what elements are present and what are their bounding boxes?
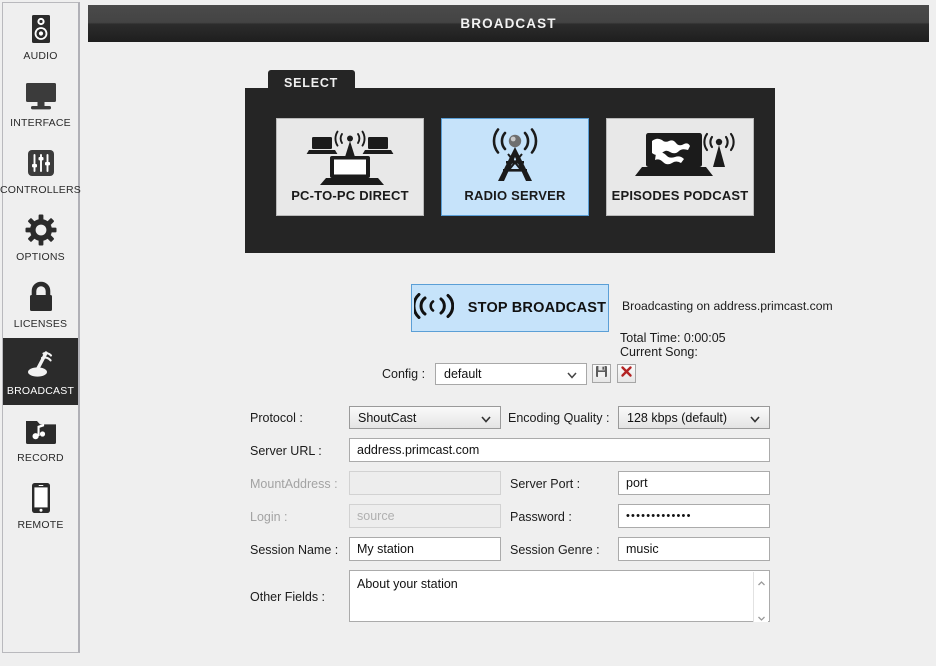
config-label: Config : xyxy=(382,367,426,381)
password-value: ••••••••••••• xyxy=(626,510,692,522)
total-time-text: Total Time: 0:00:05 xyxy=(620,331,726,345)
server-port-input[interactable]: port xyxy=(618,471,770,495)
chevron-down-icon xyxy=(480,413,492,428)
encoding-quality-value: 128 kbps (default) xyxy=(627,410,728,425)
server-port-value: port xyxy=(626,476,648,490)
password-input[interactable]: ••••••••••••• xyxy=(618,504,770,528)
broadcast-settings-window: AUDIO INTERFACE CONTROLLERS OPTIONS LICE… xyxy=(0,0,936,666)
textarea-scrollbar[interactable] xyxy=(753,572,768,622)
sidebar-item-licenses[interactable]: LICENSES xyxy=(3,271,78,338)
mount-address-label: MountAddress : xyxy=(250,477,338,491)
page-title: BROADCAST xyxy=(460,16,557,31)
sidebar-item-broadcast[interactable]: BROADCAST xyxy=(3,338,78,405)
mode-button-label: RADIO SERVER xyxy=(464,188,566,203)
broadcast-status-text: Broadcasting on address.primcast.com xyxy=(622,299,833,313)
gear-icon xyxy=(21,210,61,250)
mode-button-episodes-podcast[interactable]: EPISODES PODCAST xyxy=(606,118,754,216)
server-url-label: Server URL : xyxy=(250,444,322,458)
laptop-world-antenna-icon xyxy=(620,126,740,188)
mode-button-label: PC-TO-PC DIRECT xyxy=(291,188,409,203)
sidebar-item-label: RECORD xyxy=(17,452,64,464)
sidebar-item-label: BROADCAST xyxy=(6,385,75,397)
broadcast-wave-icon xyxy=(412,292,455,324)
page-header: BROADCAST xyxy=(88,5,929,42)
mode-button-group: PC-TO-PC DIRECT RADIO SERVER EPISODES PO… xyxy=(276,118,754,216)
session-genre-label: Session Genre : xyxy=(510,543,600,557)
music-folder-icon xyxy=(21,411,61,451)
session-genre-value: music xyxy=(626,542,659,556)
sidebar-item-controllers[interactable]: CONTROLLERS xyxy=(0,137,81,204)
sidebar-item-remote[interactable]: REMOTE xyxy=(3,472,78,539)
sidebar-item-record[interactable]: RECORD xyxy=(3,405,78,472)
server-url-value: address.primcast.com xyxy=(357,443,480,457)
chevron-down-icon xyxy=(566,369,578,384)
sidebar-item-label: INTERFACE xyxy=(10,117,71,129)
protocol-dropdown[interactable]: ShoutCast xyxy=(349,406,501,429)
save-config-button[interactable] xyxy=(592,364,611,383)
server-port-label: Server Port : xyxy=(510,477,581,491)
red-x-delete-icon xyxy=(620,365,633,383)
session-name-label: Session Name : xyxy=(250,543,339,557)
chevron-down-icon xyxy=(749,413,761,428)
config-dropdown[interactable]: default xyxy=(435,363,587,385)
monitor-icon xyxy=(21,76,61,116)
sidebar-item-interface[interactable]: INTERFACE xyxy=(3,70,78,137)
other-fields-value: About your station xyxy=(357,577,458,591)
select-panel: PC-TO-PC DIRECT RADIO SERVER EPISODES PO… xyxy=(245,88,775,253)
session-genre-input[interactable]: music xyxy=(618,537,770,561)
mode-button-pc-to-pc-direct[interactable]: PC-TO-PC DIRECT xyxy=(276,118,424,216)
broadcast-icon xyxy=(21,344,61,384)
encoding-quality-dropdown[interactable]: 128 kbps (default) xyxy=(618,406,770,429)
scroll-down-icon[interactable] xyxy=(757,610,766,621)
mount-address-input xyxy=(349,471,501,495)
stop-broadcast-button[interactable]: STOP BROADCAST xyxy=(411,284,609,332)
protocol-label: Protocol : xyxy=(250,411,303,425)
sidebar-item-audio[interactable]: AUDIO xyxy=(3,3,78,70)
lock-icon xyxy=(21,277,61,317)
other-fields-textarea[interactable]: About your station xyxy=(349,570,770,622)
protocol-value: ShoutCast xyxy=(358,410,417,425)
radio-tower-icon xyxy=(472,126,558,188)
scroll-up-icon[interactable] xyxy=(757,575,766,586)
sidebar-item-label: CONTROLLERS xyxy=(0,184,81,196)
login-value: source xyxy=(357,509,395,523)
mode-button-radio-server[interactable]: RADIO SERVER xyxy=(441,118,589,216)
encoding-quality-label: Encoding Quality : xyxy=(508,411,610,425)
two-laptops-antenna-icon xyxy=(290,126,410,188)
sidebar-item-label: REMOTE xyxy=(17,519,64,531)
server-url-input[interactable]: address.primcast.com xyxy=(349,438,770,462)
sidebar-item-label: LICENSES xyxy=(13,318,68,330)
speaker-icon xyxy=(21,9,61,49)
current-song-text: Current Song: xyxy=(620,345,698,359)
sidebar: AUDIO INTERFACE CONTROLLERS OPTIONS LICE… xyxy=(0,2,81,653)
login-label: Login : xyxy=(250,510,288,524)
other-fields-label: Other Fields : xyxy=(250,590,326,604)
sliders-icon xyxy=(21,143,61,183)
stop-broadcast-label: STOP BROADCAST xyxy=(467,300,607,316)
session-name-value: My station xyxy=(357,542,414,556)
password-label: Password : xyxy=(510,510,572,524)
sidebar-item-options[interactable]: OPTIONS xyxy=(3,204,78,271)
login-input: source xyxy=(349,504,501,528)
floppy-save-icon xyxy=(595,365,608,383)
session-name-input[interactable]: My station xyxy=(349,537,501,561)
config-value: default xyxy=(444,367,482,381)
sidebar-item-label: OPTIONS xyxy=(16,251,65,263)
mode-button-label: EPISODES PODCAST xyxy=(611,188,749,203)
delete-config-button[interactable] xyxy=(617,364,636,383)
sidebar-item-label: AUDIO xyxy=(23,50,58,62)
phone-icon xyxy=(21,478,61,518)
